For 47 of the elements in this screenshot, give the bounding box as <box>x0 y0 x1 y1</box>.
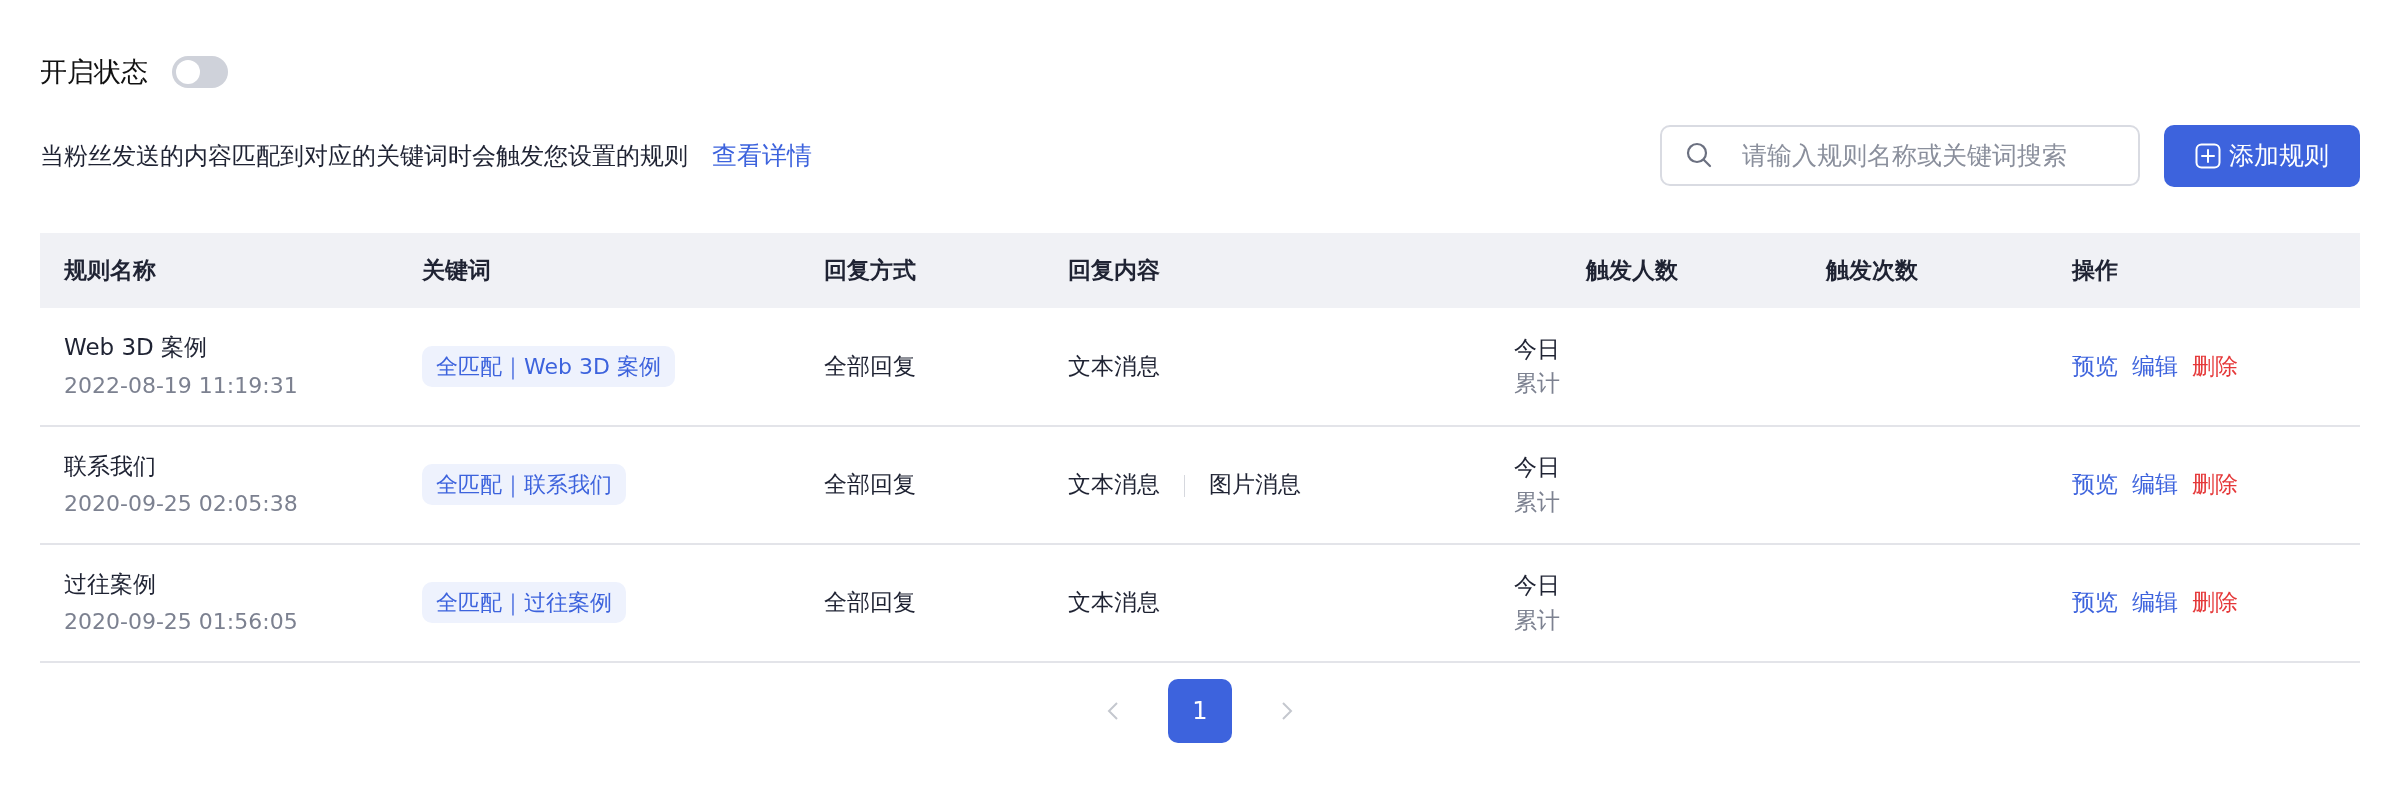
description-text: 当粉丝发送的内容匹配到对应的关键词时会触发您设置的规则 <box>40 140 688 172</box>
add-rule-button[interactable]: 添加规则 <box>2164 124 2360 187</box>
reply-content: 图片消息 <box>1209 471 1301 498</box>
column-header: 触发人数 <box>1586 256 1678 283</box>
toggle-label: 开启状态 <box>40 55 148 89</box>
column-header: 触发次数 <box>1826 256 1918 283</box>
reply-content: 文本消息 <box>1068 589 1160 616</box>
today-label: 今日 <box>1514 571 1561 600</box>
total-label: 累计 <box>1514 369 1561 398</box>
total-label: 累计 <box>1514 605 1561 635</box>
reply-content: 文本消息 <box>1068 471 1160 498</box>
page-button[interactable]: 1 <box>1168 678 1232 743</box>
delete-link[interactable]: 删除 <box>2192 471 2238 498</box>
column-header: 回复方式 <box>824 256 916 283</box>
action-link[interactable]: 预览 <box>2072 471 2118 498</box>
reply-content: 文本消息 <box>1068 352 1160 379</box>
search-field[interactable]: 请输入规则名称或关键词搜索 <box>1660 125 2140 186</box>
total-label: 累计 <box>1514 487 1561 517</box>
created-time: 2020-09-25 01:56:05 <box>64 608 299 637</box>
created-time: 2020-09-25 02:05:38 <box>64 490 299 519</box>
today-label: 今日 <box>1514 453 1561 482</box>
toggle-switch[interactable] <box>172 56 228 89</box>
created-time: 2022-08-19 11:19:31 <box>64 371 299 400</box>
column-header: 操作 <box>2072 256 2118 283</box>
reply-mode: 全部回复 <box>824 471 916 498</box>
column-header: 关键词 <box>422 256 491 283</box>
plus-icon <box>2195 142 2221 169</box>
rule-name: Web 3D 案例 <box>64 333 209 363</box>
keyword-tag: 全匹配｜过往案例 <box>422 582 626 623</box>
column-header: 规则名称 <box>64 256 156 283</box>
action-link[interactable]: 编辑 <box>2132 471 2178 498</box>
keyword-tag: 全匹配｜Web 3D 案例 <box>422 345 675 387</box>
reply-mode: 全部回复 <box>824 352 916 379</box>
delete-link[interactable]: 删除 <box>2192 352 2238 379</box>
action-link[interactable]: 编辑 <box>2132 589 2178 616</box>
rule-name: 过往案例 <box>64 569 157 599</box>
keyword-tag: 全匹配｜联系我们 <box>422 464 626 505</box>
today-label: 今日 <box>1514 334 1561 364</box>
search-icon <box>1686 142 1712 168</box>
rule-name: 联系我们 <box>64 451 157 481</box>
action-link[interactable]: 预览 <box>2072 589 2118 616</box>
delete-link[interactable]: 删除 <box>2192 589 2238 616</box>
column-header: 回复内容 <box>1068 256 1160 283</box>
details-link[interactable]: 查看详情 <box>712 136 812 175</box>
reply-mode: 全部回复 <box>824 589 916 616</box>
action-link[interactable]: 预览 <box>2072 352 2118 379</box>
action-link[interactable]: 编辑 <box>2132 352 2178 379</box>
